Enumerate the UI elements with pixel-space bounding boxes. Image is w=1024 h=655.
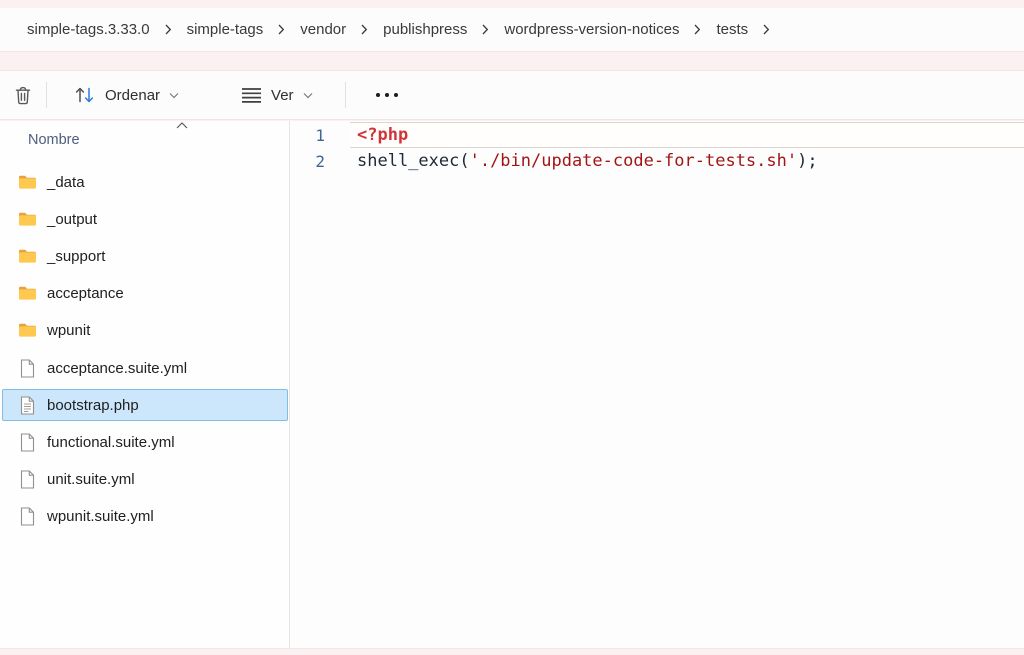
sort-button[interactable]: Ordenar (63, 77, 189, 113)
breadcrumb-chevron-icon (278, 24, 285, 35)
breadcrumb-trailing-chevron-icon[interactable] (763, 24, 770, 35)
breadcrumb-item[interactable]: tests (714, 17, 750, 42)
file-item[interactable]: wpunit.suite.yml (2, 500, 288, 532)
file-name: bootstrap.php (47, 397, 139, 414)
line-number: 2 (291, 152, 325, 171)
breadcrumb-chevron-icon (482, 24, 489, 35)
breadcrumb: simple-tags.3.33.0 simple-tags vendor pu… (0, 8, 1024, 52)
file-item[interactable]: acceptance (2, 277, 288, 309)
breadcrumb-chevron-icon (694, 24, 701, 35)
breadcrumb-chevron-icon (165, 24, 172, 35)
more-options-button[interactable] (362, 77, 412, 113)
file-name: _data (47, 174, 85, 191)
command-toolbar: Ordenar Ver (0, 70, 1024, 120)
toolbar-separator (345, 82, 346, 108)
breadcrumb-item[interactable]: wordpress-version-notices (502, 17, 681, 42)
file-item[interactable]: acceptance.suite.yml (2, 352, 288, 384)
sort-direction-chevron-icon (176, 122, 188, 129)
code-text: ); (797, 151, 817, 171)
file-icon (17, 470, 37, 489)
file-name: wpunit (47, 322, 90, 339)
file-item-selected[interactable]: bootstrap.php (2, 389, 288, 421)
file-name: functional.suite.yml (47, 434, 175, 451)
code-line: 2 shell_exec('./bin/update-code-for-test… (291, 148, 1024, 174)
view-icon (241, 87, 262, 104)
file-icon (17, 359, 37, 378)
delete-button[interactable] (3, 77, 43, 113)
file-item[interactable]: unit.suite.yml (2, 463, 288, 495)
breadcrumb-item[interactable]: vendor (298, 17, 348, 42)
file-name: _support (47, 248, 105, 265)
file-item[interactable]: _support (2, 240, 288, 272)
ellipsis-icon (376, 77, 398, 113)
column-header-name[interactable]: Nombre (28, 132, 80, 148)
breadcrumb-chevron-icon (361, 24, 368, 35)
folder-icon (17, 322, 37, 338)
file-item[interactable]: _output (2, 203, 288, 235)
breadcrumb-item[interactable]: simple-tags (185, 17, 266, 42)
file-name: _output (47, 211, 97, 228)
sort-button-label: Ordenar (105, 87, 160, 104)
chevron-down-icon (303, 92, 313, 99)
file-icon (17, 433, 37, 452)
folder-icon (17, 248, 37, 264)
file-icon (17, 396, 37, 415)
file-list-panel: Nombre _data _output _support acceptance… (0, 121, 290, 648)
main-area: Nombre _data _output _support acceptance… (0, 121, 1024, 649)
code-text: shell_exec( (357, 151, 470, 171)
line-number: 1 (291, 126, 325, 145)
file-name: acceptance.suite.yml (47, 360, 187, 377)
preview-pane: 1 <?php 2 shell_exec('./bin/update-code-… (291, 121, 1024, 648)
string-literal: './bin/update-code-for-tests.sh' (470, 151, 798, 171)
code-line: 1 <?php (291, 122, 1024, 148)
trash-icon (13, 85, 33, 106)
file-name: unit.suite.yml (47, 471, 135, 488)
view-button-label: Ver (271, 87, 294, 104)
file-name: acceptance (47, 285, 124, 302)
file-icon (17, 507, 37, 526)
toolbar-separator (46, 82, 47, 108)
breadcrumb-item[interactable]: publishpress (381, 17, 469, 42)
file-item[interactable]: _data (2, 166, 288, 198)
view-button[interactable]: Ver (231, 77, 323, 113)
php-open-tag: <?php (357, 125, 408, 145)
folder-icon (17, 174, 37, 190)
folder-icon (17, 211, 37, 227)
file-item[interactable]: functional.suite.yml (2, 426, 288, 458)
file-name: wpunit.suite.yml (47, 508, 154, 525)
chevron-down-icon (169, 92, 179, 99)
file-item[interactable]: wpunit (2, 314, 288, 346)
folder-icon (17, 285, 37, 301)
sort-icon (73, 85, 96, 105)
breadcrumb-item[interactable]: simple-tags.3.33.0 (25, 17, 152, 42)
